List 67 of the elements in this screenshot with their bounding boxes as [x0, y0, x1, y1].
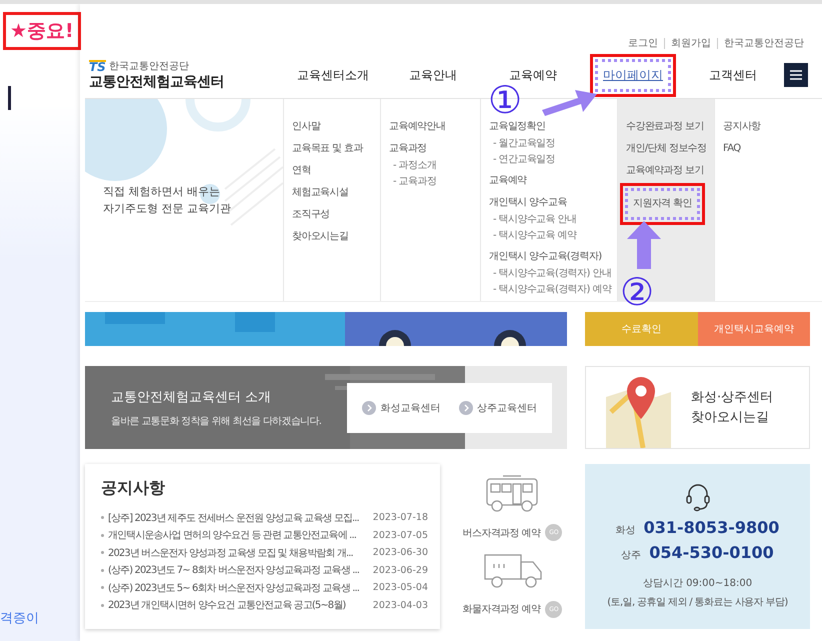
- menu-link[interactable]: 교육예약: [489, 173, 527, 189]
- notice-date: 2023-04-03: [372, 600, 428, 611]
- menu-link[interactable]: 수강완료과정 보기: [626, 119, 704, 135]
- nav-link[interactable]: 고객센터: [709, 66, 757, 84]
- side-text: 격증이: [0, 610, 39, 627]
- menu-link[interactable]: - 택시양수교육 예약: [489, 229, 576, 243]
- menu-link[interactable]: FAQ: [723, 141, 741, 157]
- menu-link[interactable]: 인사말: [292, 119, 320, 135]
- notice-date: 2023-05-04: [372, 582, 428, 594]
- menu-link[interactable]: 개인택시 양수교육(경력자): [489, 249, 602, 265]
- menu-link[interactable]: 찾아오시는길: [292, 229, 348, 245]
- map-text: 화성·상주센터: [691, 388, 774, 406]
- notice-link[interactable]: (상주) 2023년도 5~ 6회차 버스운전자 양성교육과정 교육생 ...: [101, 580, 373, 595]
- center-name: 화성: [616, 524, 636, 537]
- top-link[interactable]: 로그인: [622, 38, 664, 49]
- top-link[interactable]: 한국교통안전공단: [717, 38, 810, 49]
- step-number: ②: [620, 272, 654, 312]
- menu-link[interactable]: 개인/단체 정보수정: [626, 141, 707, 157]
- notice-link[interactable]: 2023년 버스운전자 양성과정 교육생 모집 및 채용박람회 개...: [101, 546, 373, 560]
- center-link[interactable]: 화성교육센터: [362, 400, 440, 414]
- notice-date: 2023-07-18: [372, 512, 428, 524]
- phone-number: 031-8053-9800: [644, 518, 780, 537]
- top-link[interactable]: 회원가입: [664, 38, 717, 49]
- intro-text: 직접 체험하면서 배우는: [103, 184, 221, 200]
- menu-link[interactable]: - 교육과정: [389, 175, 436, 189]
- menu-link[interactable]: - 택시양수교육 안내: [489, 213, 576, 227]
- notice-date: 2023-07-05: [372, 530, 428, 541]
- nav-link[interactable]: 교육센터소개: [297, 66, 369, 84]
- menu-link[interactable]: 체험교육시설: [292, 185, 348, 201]
- nav-link[interactable]: 교육안내: [409, 66, 457, 84]
- menu-link[interactable]: - 택시양수교육(경력자) 안내: [489, 267, 612, 281]
- center-name: 상주: [621, 549, 642, 562]
- menu-link[interactable]: - 연간교육일정: [489, 153, 555, 167]
- map-text: 찾아오시는길: [691, 408, 770, 426]
- phone-number: 054-530-0100: [649, 543, 774, 562]
- menu-link[interactable]: 교육예약안내: [389, 119, 446, 135]
- notice-link[interactable]: (상주) 2023년도 7~ 8회차 버스운전자 양성교육과정 교육생 ...: [101, 563, 373, 578]
- note-text: (토,일, 공휴일 제외 / 통화료는 사용자 부담): [607, 596, 788, 609]
- menu-link[interactable]: 지원자격 확인: [620, 183, 705, 225]
- menu-link[interactable]: 개인택시 양수교육: [489, 195, 567, 211]
- intro-text: 자기주도형 전문 교육기관: [103, 201, 232, 217]
- logo-title[interactable]: 교통안전체험교육센터: [89, 73, 283, 91]
- notice-date: 2023-06-29: [372, 564, 428, 576]
- notice-link[interactable]: 2023년 개인택시면허 양수요건 교통안전교육 공고(5~8월): [101, 598, 373, 612]
- nav-link[interactable]: 마이페이지: [590, 54, 676, 96]
- logo-mark: TS: [89, 60, 106, 72]
- menu-link[interactable]: 연혁: [292, 163, 311, 179]
- notice-link[interactable]: [상주] 2023년 제주도 전세버스 운전원 양성교육 교육생 모집...: [101, 510, 373, 525]
- menu-link[interactable]: - 과정소개: [389, 159, 436, 173]
- map-card[interactable]: 화성·상주센터 찾아오시는길: [585, 366, 810, 449]
- notice-title: 공지사항: [101, 478, 166, 499]
- menu-link[interactable]: 교육목표 및 효과: [292, 141, 363, 157]
- logo-org: 한국교통안전공단: [108, 60, 189, 73]
- center-link[interactable]: 상주교육센터: [458, 400, 537, 414]
- menu-link[interactable]: 교육예약과정 보기: [626, 163, 704, 179]
- menu-link[interactable]: 교육과정: [389, 141, 427, 157]
- menu-link[interactable]: - 택시양수교육(경력자) 예약: [489, 283, 612, 297]
- menu-link[interactable]: 조직구성: [292, 207, 330, 223]
- menu-link[interactable]: 공지사항: [723, 119, 761, 135]
- intro-title: 교통안전체험교육센터 소개: [111, 388, 272, 406]
- important-badge: ★중요!: [3, 12, 81, 50]
- menu-link[interactable]: 교육일정확인: [489, 119, 546, 135]
- menu-link[interactable]: - 월간교육일정: [489, 137, 555, 151]
- notice-date: 2023-06-30: [372, 547, 428, 558]
- notice-link[interactable]: 개인택시운송사업 면허의 양수요건 등 관련 교통안전교육에 ...: [101, 528, 373, 542]
- hours-text: 상담시간 09:00~18:00: [642, 577, 752, 590]
- intro-subtitle: 올바른 교통문화 정착을 위해 최선을 다하겠습니다.: [111, 414, 322, 428]
